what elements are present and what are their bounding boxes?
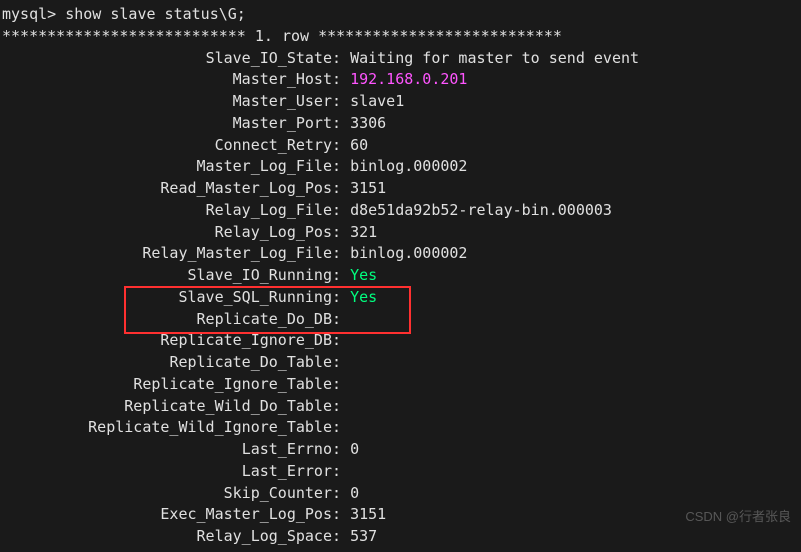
status-row: Master_Port: 3306 [2,113,799,135]
field-label: Replicate_Do_Table [2,352,332,374]
status-row: Relay_Log_Pos: 321 [2,222,799,244]
field-value: d8e51da92b52-relay-bin.000003 [350,200,612,222]
status-row: Replicate_Do_Table: [2,352,799,374]
field-value: 192.168.0.201 [350,69,467,91]
field-value: Yes [350,287,377,309]
field-value: 0 [350,483,359,505]
field-value: binlog.000002 [350,156,467,178]
field-label: Read_Master_Log_Pos [2,178,332,200]
status-row: Master_Host: 192.168.0.201 [2,69,799,91]
status-row: Replicate_Wild_Ignore_Table: [2,417,799,439]
row-header: *************************** 1. row *****… [2,26,799,48]
field-separator: : [332,243,350,265]
field-separator: : [332,526,350,548]
mysql-prompt: mysql> show slave status\G; [2,4,799,26]
field-separator: : [332,69,350,91]
field-value: 3151 [350,504,386,526]
status-row: Relay_Log_Space: 537 [2,526,799,548]
field-value: 60 [350,135,368,157]
field-label: Last_Errno [2,439,332,461]
field-label: Replicate_Ignore_Table [2,374,332,396]
field-label: Master_User [2,91,332,113]
field-separator: : [332,504,350,526]
field-separator: : [332,396,350,418]
field-separator: : [332,461,350,483]
field-separator: : [332,483,350,505]
status-row: Slave_IO_State: Waiting for master to se… [2,48,799,70]
status-row: Replicate_Do_DB: [2,309,799,331]
field-value: 3306 [350,113,386,135]
field-value: binlog.000002 [350,243,467,265]
field-separator: : [332,417,350,439]
field-label: Relay_Log_File [2,200,332,222]
field-label: Exec_Master_Log_Pos [2,504,332,526]
status-row: Replicate_Wild_Do_Table: [2,396,799,418]
field-label: Slave_IO_Running [2,265,332,287]
status-row: Slave_SQL_Running: Yes [2,287,799,309]
field-value: slave1 [350,91,404,113]
field-label: Replicate_Wild_Do_Table [2,396,332,418]
field-label: Replicate_Do_DB [2,309,332,331]
status-row: Exec_Master_Log_Pos: 3151 [2,504,799,526]
field-separator: : [332,113,350,135]
field-value: 3151 [350,178,386,200]
field-label: Master_Port [2,113,332,135]
field-label: Replicate_Ignore_DB [2,330,332,352]
field-label: Relay_Log_Pos [2,222,332,244]
field-label: Connect_Retry [2,135,332,157]
field-separator: : [332,287,350,309]
field-separator: : [332,200,350,222]
field-label: Relay_Master_Log_File [2,243,332,265]
field-value: 537 [350,526,377,548]
field-separator: : [332,330,350,352]
status-row: Connect_Retry: 60 [2,135,799,157]
status-row: Last_Error: [2,461,799,483]
field-label: Last_Error [2,461,332,483]
field-separator: : [332,309,350,331]
status-row: Skip_Counter: 0 [2,483,799,505]
field-separator: : [332,439,350,461]
field-label: Slave_IO_State [2,48,332,70]
field-value: 321 [350,222,377,244]
watermark: CSDN @行者张良 [685,508,791,527]
field-separator: : [332,91,350,113]
terminal-output: mysql> show slave status\G; ************… [0,0,801,552]
field-separator: : [332,135,350,157]
field-separator: : [332,222,350,244]
status-row: Relay_Master_Log_File: binlog.000002 [2,243,799,265]
status-row: Master_User: slave1 [2,91,799,113]
status-row: Relay_Log_File: d8e51da92b52-relay-bin.0… [2,200,799,222]
field-label: Master_Log_File [2,156,332,178]
status-row: Slave_IO_Running: Yes [2,265,799,287]
field-label: Master_Host [2,69,332,91]
status-row: Replicate_Ignore_Table: [2,374,799,396]
field-value: 0 [350,439,359,461]
field-value: Waiting for master to send event [350,48,639,70]
field-label: Slave_SQL_Running [2,287,332,309]
status-fields: Slave_IO_State: Waiting for master to se… [2,48,799,548]
field-label: Relay_Log_Space [2,526,332,548]
field-separator: : [332,178,350,200]
field-separator: : [332,48,350,70]
status-row: Master_Log_File: binlog.000002 [2,156,799,178]
status-row: Read_Master_Log_Pos: 3151 [2,178,799,200]
field-separator: : [332,156,350,178]
field-separator: : [332,374,350,396]
field-separator: : [332,265,350,287]
status-row: Last_Errno: 0 [2,439,799,461]
field-label: Replicate_Wild_Ignore_Table [2,417,332,439]
field-value: Yes [350,265,377,287]
status-row: Replicate_Ignore_DB: [2,330,799,352]
field-separator: : [332,352,350,374]
field-label: Skip_Counter [2,483,332,505]
